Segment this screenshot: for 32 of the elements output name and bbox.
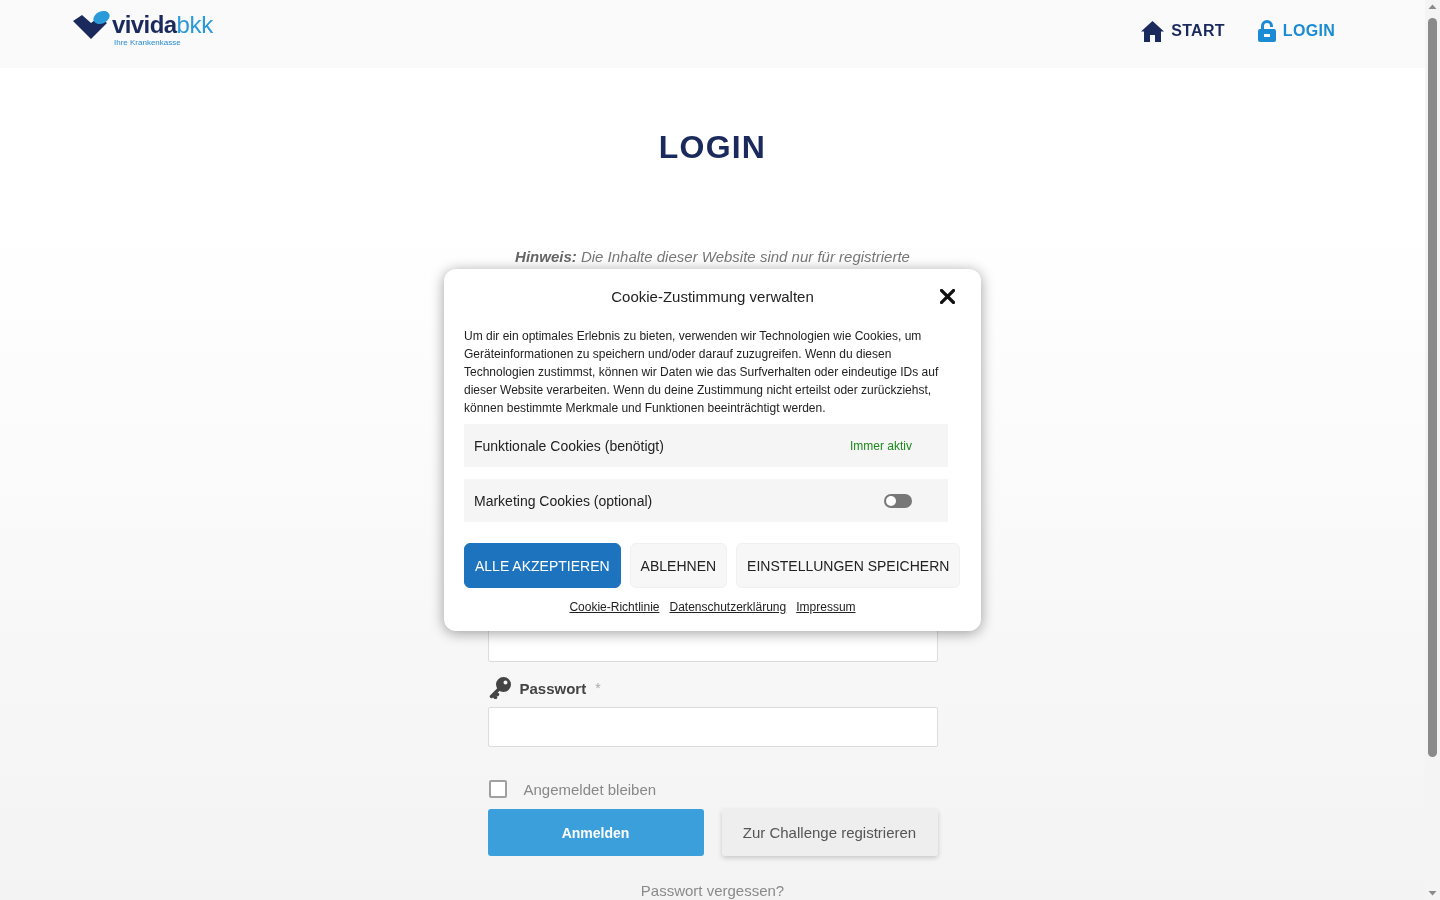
cookie-category[interactable]: Marketing Cookies (optional): [464, 479, 948, 522]
padlock-icon: [1257, 20, 1276, 42]
page-title: LOGIN: [658, 128, 767, 167]
checkbox-label: Angemeldet bleiben: [523, 780, 657, 798]
nav-link[interactable]: START: [1141, 20, 1225, 42]
policy-link[interactable]: Impressum: [796, 599, 856, 615]
consent-button[interactable]: EINSTELLUNGEN SPEICHERN: [736, 543, 961, 588]
home-icon: [1141, 20, 1165, 42]
notice-text: Hinweis: Die Inhalte dieser Website sind nur für registrierte: [515, 247, 910, 267]
field-label: Passwort: [519, 679, 587, 697]
logo-tagline: Ihre Krankenkasse: [114, 38, 182, 48]
category-label: Marketing Cookies (optional): [474, 492, 653, 509]
dialog-text: Um dir ein optimales Erlebnis zu bieten, verwenden wir Technologien wie Cookies, um Geräteinformationen zu speichern und/oder darauf zuzugreifen. Wenn du diesen Technologien zustimmst, können wir Daten wie das Surfverhalten oder eindeutige IDs auf dieser Website verarbeiten. Wenn du deine Zustimmung nicht erteilst oder zurückziehst, können bestimmte Merkmale und Funktionen beeinträchtigt werden.: [464, 328, 940, 417]
status-label: Immer aktiv: [850, 438, 912, 453]
category-label: Funktionale Cookies (benötigt): [474, 437, 664, 454]
accept-all-button[interactable]: ALLE AKZEPTIEREN: [464, 543, 621, 588]
close-icon[interactable]: [940, 288, 955, 304]
checkbox[interactable]: [488, 780, 507, 798]
consent-button[interactable]: ABLEHNEN: [629, 543, 728, 588]
password-field[interactable]: [487, 707, 938, 747]
logo-mark-icon: [73, 10, 110, 39]
policy-link[interactable]: Cookie-Richtlinie: [569, 599, 660, 615]
logo-wordmark: vividabkk: [112, 13, 213, 37]
nav-link[interactable]: LOGIN: [1257, 20, 1335, 42]
toggle-switch[interactable]: [884, 493, 912, 508]
key-icon: [488, 677, 511, 699]
required-mark: *: [595, 680, 601, 696]
cookie-category[interactable]: Funktionale Cookies (benötigt) Immer aktiv: [464, 424, 948, 467]
scrollbar[interactable]: [1425, 0, 1440, 900]
register-button[interactable]: Zur Challenge registrieren: [721, 809, 938, 856]
dialog-title: Cookie-Zustimmung verwalten: [611, 287, 814, 305]
policy-link[interactable]: Datenschutzerklärung: [669, 599, 787, 615]
